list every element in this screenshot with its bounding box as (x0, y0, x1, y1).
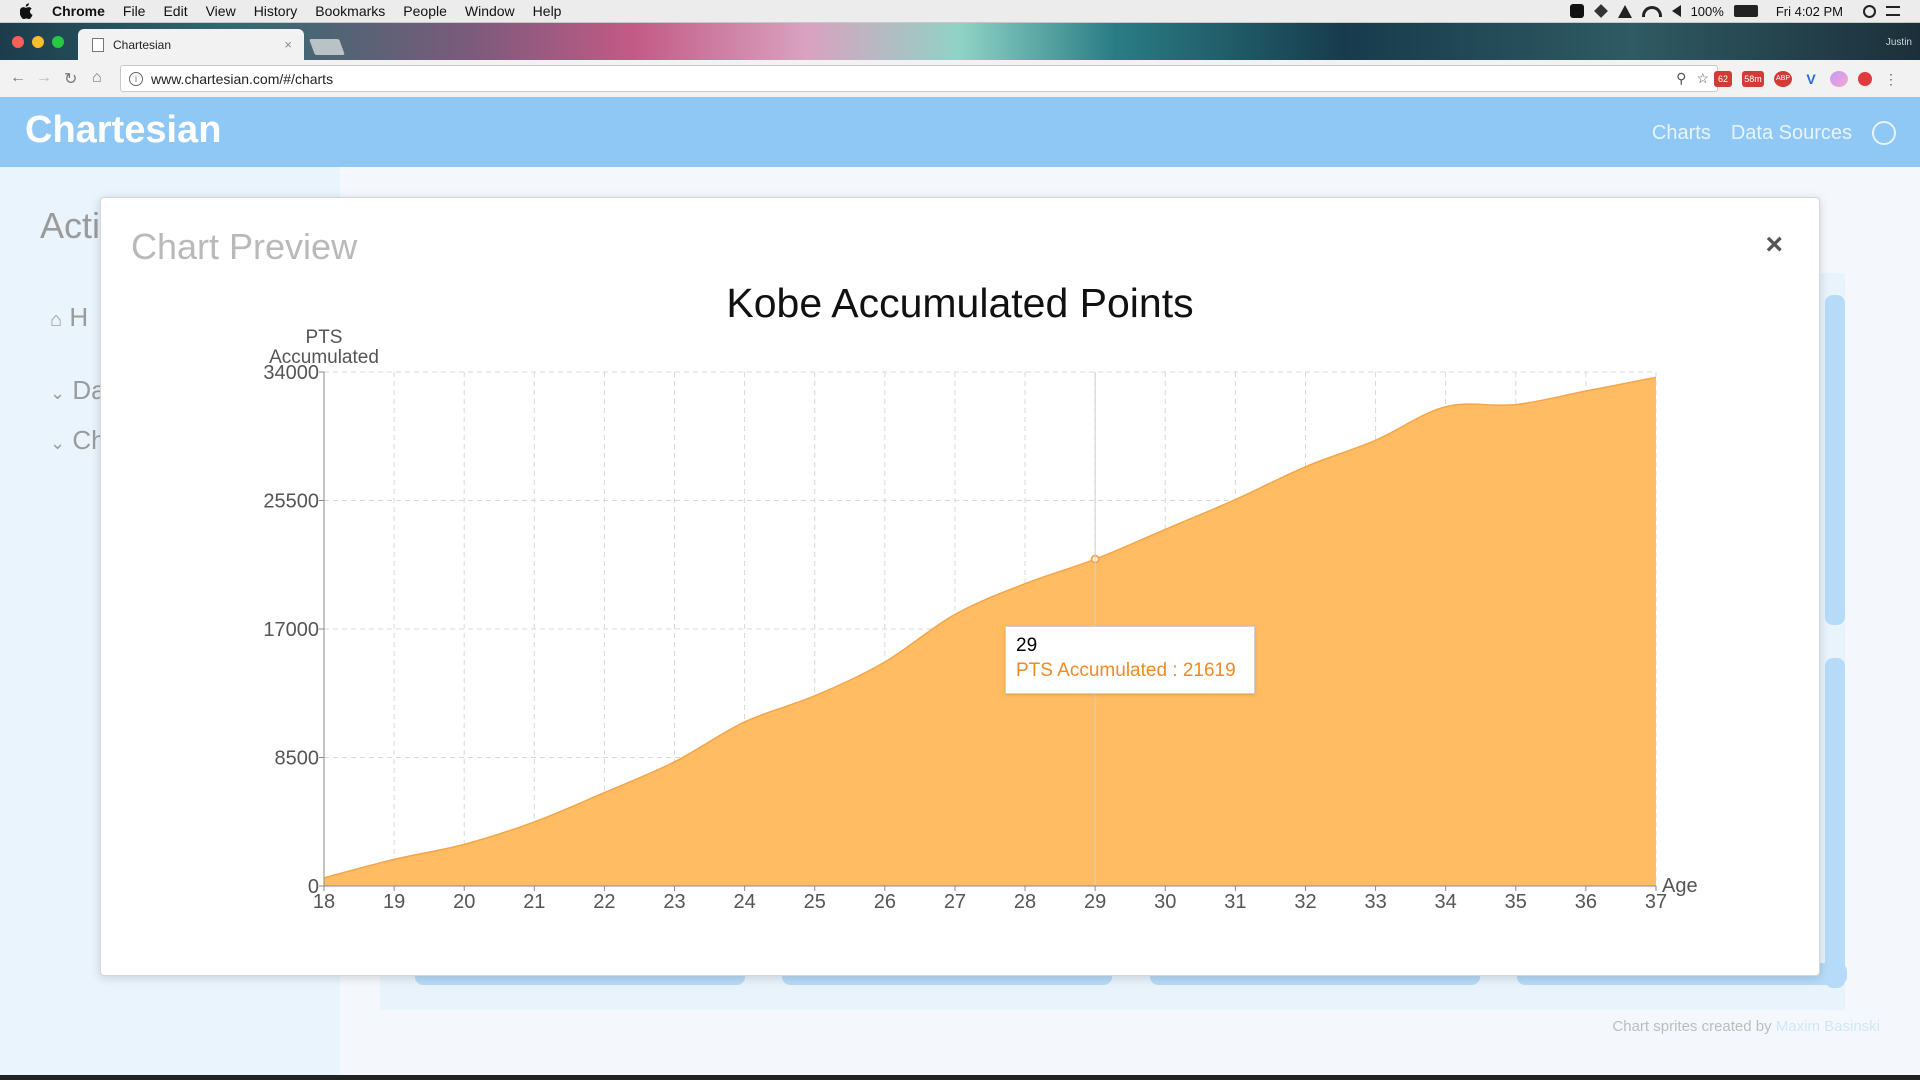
window-close-button[interactable] (12, 36, 24, 48)
chart-preview-modal: Chart Preview × Kobe Accumulated Points (100, 197, 1820, 976)
close-icon[interactable]: × (1765, 228, 1783, 262)
browser-toolbar: ← → ↻ ⌂ i www.chartesian.com/#/charts ⚲ … (0, 60, 1920, 98)
browser-tab[interactable]: Chartesian × (78, 29, 304, 60)
back-icon[interactable]: ← (10, 69, 26, 87)
tooltip-series-value: PTS Accumulated : 21619 (1016, 660, 1236, 681)
volume-icon[interactable] (1671, 5, 1681, 17)
vimeo-extension-icon[interactable]: V (1802, 71, 1820, 87)
bookmark-star-icon[interactable]: ☆ (1696, 70, 1709, 87)
window-minimize-button[interactable] (32, 36, 44, 48)
drive-icon[interactable] (1617, 4, 1632, 18)
modal-title: Chart Preview (131, 226, 358, 267)
tab-strip: Chartesian × Justin (0, 23, 1920, 60)
zoom-icon[interactable]: ⚲ (1676, 70, 1686, 87)
wifi-icon[interactable] (1641, 5, 1662, 17)
window-bottom-edge (0, 1075, 1920, 1080)
tooltip-x-value: 29 (1016, 635, 1038, 656)
page-icon (92, 37, 104, 52)
menu-bookmarks[interactable]: Bookmarks (315, 3, 385, 19)
battery-percent: 100% (1690, 3, 1724, 19)
menu-help[interactable]: Help (533, 3, 562, 19)
site-info-icon[interactable]: i (129, 71, 143, 86)
nav-data-sources[interactable]: Data Sources (1731, 122, 1852, 145)
menu-history[interactable]: History (254, 3, 298, 19)
evernote-icon[interactable] (1569, 4, 1584, 18)
app-header: Chartesian Charts Data Sources (0, 97, 1920, 167)
extensions-area: 62 58m ABP V ⋮ (1714, 71, 1900, 87)
clock[interactable]: Fri 4:02 PM (1776, 4, 1843, 19)
profile-name[interactable]: Justin (1886, 37, 1912, 48)
tab-title: Chartesian (113, 37, 172, 52)
tab-close-icon[interactable]: × (284, 37, 292, 52)
nav-charts[interactable]: Charts (1652, 122, 1711, 145)
status-area: 100% Fri 4:02 PM (1569, 3, 1900, 19)
top-nav: Charts Data Sources (1652, 121, 1896, 145)
extension-badge-calendar-icon[interactable]: 58m (1742, 71, 1764, 87)
notification-center-icon[interactable] (1886, 6, 1900, 16)
forward-icon[interactable]: → (36, 69, 52, 87)
menu-people[interactable]: People (403, 3, 447, 19)
menu-file[interactable]: File (123, 3, 146, 19)
chrome-menu-icon[interactable]: ⋮ (1882, 71, 1900, 87)
new-tab-button[interactable] (309, 39, 345, 55)
menu-app-chrome[interactable]: Chrome (52, 3, 105, 19)
record-extension-icon[interactable] (1858, 72, 1872, 86)
chart-title: Kobe Accumulated Points (726, 280, 1194, 326)
menu-window[interactable]: Window (465, 3, 515, 19)
user-account-icon[interactable] (1872, 121, 1896, 145)
dropbox-icon[interactable] (1593, 4, 1608, 18)
menu-view[interactable]: View (206, 3, 236, 19)
adblock-icon[interactable]: ABP (1774, 71, 1792, 87)
chart-tooltip: 29 PTS Accumulated : 21619 (1005, 626, 1255, 694)
battery-icon[interactable] (1733, 5, 1758, 17)
address-bar[interactable]: i www.chartesian.com/#/charts ⚲ ☆ (120, 65, 1718, 92)
window-zoom-button[interactable] (52, 36, 64, 48)
home-icon[interactable]: ⌂ (92, 69, 102, 87)
brand-logo[interactable]: Chartesian (25, 109, 221, 152)
apple-icon[interactable] (20, 3, 34, 19)
macos-menu-bar: Chrome File Edit View History Bookmarks … (0, 0, 1920, 23)
color-picker-extension-icon[interactable] (1830, 71, 1848, 87)
reload-icon[interactable]: ↻ (64, 69, 77, 89)
extension-badge-mail-icon[interactable]: 62 (1714, 71, 1732, 87)
menu-edit[interactable]: Edit (163, 3, 187, 19)
url-text[interactable]: www.chartesian.com/#/charts (151, 71, 333, 87)
search-icon[interactable] (1863, 4, 1876, 18)
